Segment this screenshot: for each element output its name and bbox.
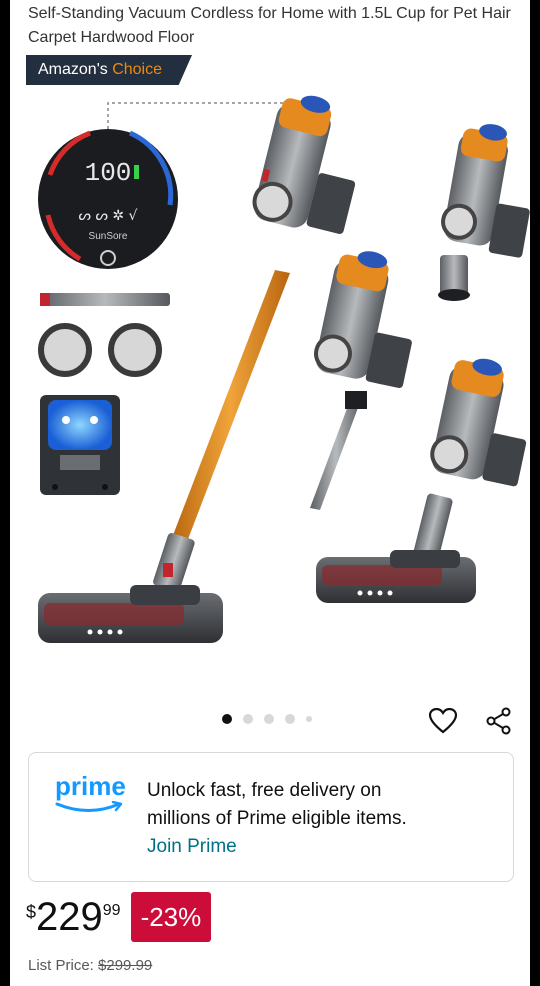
handheld-floorhead: [316, 358, 527, 603]
wall-mount: [40, 395, 120, 495]
filters: [38, 323, 162, 377]
product-page: Self-Standing Vacuum Cordless for Home w…: [10, 0, 530, 986]
carousel-dot[interactable]: [222, 714, 232, 724]
list-price-label: List Price:: [28, 957, 94, 974]
prime-message-line1: Unlock fast, free delivery on: [147, 780, 382, 801]
share-icon[interactable]: [482, 704, 516, 738]
product-title[interactable]: Self-Standing Vacuum Cordless for Home w…: [28, 2, 524, 50]
badge-prefix: Amazon's: [38, 61, 113, 78]
image-carousel-indicator[interactable]: [222, 714, 312, 724]
prime-message-line2: millions of Prime eligible items.: [147, 808, 407, 829]
discount-badge: -23%: [130, 892, 212, 942]
list-price: List Price: $299.99: [28, 957, 152, 974]
display-brand: SunSore: [89, 231, 128, 242]
display-reading: 100: [85, 158, 132, 188]
prime-message: Unlock fast, free delivery on millions o…: [147, 777, 497, 833]
price-symbol: $: [26, 902, 37, 922]
display-panel: 100 ᔕ ᔕ ✲ √ SunSore: [38, 129, 178, 269]
prime-logo: prime: [55, 771, 135, 820]
carousel-dot[interactable]: [243, 714, 253, 724]
crevice-tool: [40, 293, 170, 306]
amazons-choice-badge[interactable]: Amazon's Choice: [26, 55, 192, 85]
carousel-dot[interactable]: [306, 716, 312, 722]
svg-text:ᔕ ᔕ ✲ √: ᔕ ᔕ ✲ √: [79, 208, 138, 224]
product-image[interactable]: 100 ᔕ ᔕ ✲ √ SunSore: [20, 95, 530, 685]
handheld-crevice: [310, 251, 412, 510]
prime-promo-card[interactable]: prime Unlock fast, free delivery on mill…: [28, 752, 514, 882]
prime-logo-text: prime: [55, 771, 126, 801]
badge-accent: Choice: [112, 61, 163, 78]
heart-icon[interactable]: [426, 704, 460, 738]
carousel-dot[interactable]: [264, 714, 274, 724]
join-prime-link[interactable]: Join Prime: [147, 833, 237, 861]
list-price-value: $299.99: [98, 957, 153, 974]
prime-smile-icon: [55, 800, 123, 812]
price-whole: 229: [36, 895, 103, 939]
carousel-dot[interactable]: [285, 714, 295, 724]
handheld-brush: [438, 124, 530, 301]
price-fraction: 99: [102, 902, 121, 919]
price-block: $ 229 99 -23%: [26, 892, 212, 948]
